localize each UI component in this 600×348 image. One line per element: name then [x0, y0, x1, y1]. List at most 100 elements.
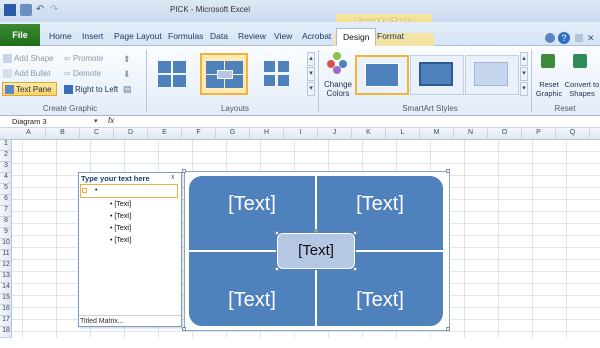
layout-thumb-titled-matrix[interactable]: [200, 53, 248, 95]
column-header[interactable]: N: [454, 129, 488, 140]
frame-resize-handle[interactable]: [446, 169, 450, 173]
frame-resize-handle[interactable]: [446, 327, 450, 331]
fx-icon[interactable]: fx: [108, 116, 114, 125]
row-header[interactable]: 6: [0, 195, 12, 206]
style-thumb-3[interactable]: [465, 55, 519, 95]
row-header[interactable]: 3: [0, 162, 12, 173]
style-thumb-1[interactable]: [355, 55, 409, 95]
tab-home[interactable]: Home: [49, 31, 72, 41]
style-thumb-2[interactable]: [410, 55, 464, 95]
move-up-icon[interactable]: ⬆: [123, 54, 131, 65]
column-header[interactable]: H: [250, 129, 284, 140]
undo-icon[interactable]: ↶: [36, 4, 48, 16]
layout-thumb-3[interactable]: [256, 53, 298, 95]
convert-to-shapes-icon[interactable]: [571, 52, 589, 72]
layouts-scroll-down[interactable]: ▾: [307, 67, 315, 81]
text-pane-item-3[interactable]: • [Text]: [110, 225, 131, 232]
row-header[interactable]: 9: [0, 228, 12, 239]
row-header[interactable]: 8: [0, 217, 12, 228]
tab-formulas[interactable]: Formulas: [168, 31, 203, 41]
column-header[interactable]: K: [352, 129, 386, 140]
frame-resize-handle[interactable]: [182, 327, 186, 331]
resize-handle[interactable]: [353, 231, 357, 235]
resize-handle[interactable]: [275, 267, 279, 271]
name-box-dropdown-icon[interactable]: ▾: [94, 117, 98, 125]
tab-data[interactable]: Data: [210, 31, 228, 41]
change-colors-button[interactable]: Change Colors: [322, 80, 354, 98]
close-window-icon[interactable]: ✕: [587, 33, 595, 44]
column-header[interactable]: A: [12, 129, 46, 140]
row-header[interactable]: 7: [0, 206, 12, 217]
promote-button[interactable]: ⇦ Promote: [64, 54, 103, 63]
styles-scroll-up[interactable]: ▴: [520, 52, 528, 66]
row-header[interactable]: 10: [0, 239, 12, 250]
column-header[interactable]: E: [148, 129, 182, 140]
minimize-ribbon-icon[interactable]: [545, 33, 555, 43]
help-icon[interactable]: ?: [558, 32, 570, 44]
styles-scroll-down[interactable]: ▾: [520, 67, 528, 81]
column-header[interactable]: M: [420, 129, 454, 140]
tab-format[interactable]: Format: [377, 31, 404, 41]
right-to-left-button[interactable]: Right to Left: [64, 85, 118, 95]
column-header[interactable]: L: [386, 129, 420, 140]
tab-view[interactable]: View: [274, 31, 292, 41]
layouts-more[interactable]: ▾: [307, 82, 315, 96]
row-header[interactable]: 18: [0, 327, 12, 338]
reset-graphic-button[interactable]: Reset Graphic: [534, 80, 564, 98]
row-header[interactable]: 4: [0, 173, 12, 184]
reset-graphic-icon[interactable]: [539, 52, 557, 72]
add-bullet-button[interactable]: Add Bullet: [3, 69, 50, 79]
layout-thumb-1[interactable]: [152, 53, 194, 95]
tab-acrobat[interactable]: Acrobat: [302, 31, 331, 41]
column-header[interactable]: I: [284, 129, 318, 140]
save-icon[interactable]: [20, 4, 32, 16]
text-pane-close-button[interactable]: x: [171, 174, 175, 181]
column-header[interactable]: B: [46, 129, 80, 140]
styles-more[interactable]: ▾: [520, 82, 528, 96]
convert-to-shapes-button[interactable]: Convert to Shapes: [564, 80, 600, 98]
row-header[interactable]: 13: [0, 272, 12, 283]
column-header[interactable]: P: [522, 129, 556, 140]
row-header[interactable]: 5: [0, 184, 12, 195]
column-header[interactable]: G: [216, 129, 250, 140]
demote-button[interactable]: ⇨ Demote: [64, 69, 101, 78]
column-header[interactable]: J: [318, 129, 352, 140]
tab-review[interactable]: Review: [238, 31, 266, 41]
matrix-center-title[interactable]: [Text]: [277, 233, 355, 269]
tab-page-layout[interactable]: Page Layout: [114, 31, 162, 41]
column-header[interactable]: F: [182, 129, 216, 140]
column-header[interactable]: C: [80, 129, 114, 140]
change-colors-icon[interactable]: [327, 52, 349, 74]
row-header[interactable]: 1: [0, 140, 12, 151]
text-pane-item-2[interactable]: • [Text]: [110, 213, 131, 220]
restore-window-icon[interactable]: [575, 34, 583, 42]
resize-handle[interactable]: [353, 267, 357, 271]
frame-resize-handle[interactable]: [182, 169, 186, 173]
tab-design[interactable]: Design: [336, 28, 377, 48]
tab-insert[interactable]: Insert: [82, 31, 103, 41]
tab-file[interactable]: File: [0, 24, 40, 46]
text-pane-item-1[interactable]: • [Text]: [110, 201, 131, 208]
column-header[interactable]: Q: [556, 129, 590, 140]
layouts-scroll-up[interactable]: ▴: [307, 52, 315, 66]
layout-icon[interactable]: ▤: [123, 84, 132, 95]
text-pane-footer[interactable]: Titled Matrix...: [80, 318, 124, 325]
redo-icon[interactable]: ↷: [50, 4, 62, 16]
column-header[interactable]: O: [488, 129, 522, 140]
rotate-handle-icon[interactable]: [314, 229, 318, 233]
move-down-icon[interactable]: ⬇: [123, 69, 131, 80]
row-header[interactable]: 12: [0, 261, 12, 272]
row-header[interactable]: 16: [0, 305, 12, 316]
name-box[interactable]: Diagram 3: [12, 117, 92, 127]
text-pane-item-4[interactable]: • [Text]: [110, 237, 131, 244]
row-header[interactable]: 11: [0, 250, 12, 261]
add-shape-button[interactable]: Add Shape: [3, 54, 54, 64]
row-header[interactable]: 15: [0, 294, 12, 305]
text-pane-button[interactable]: Text Pane: [2, 82, 57, 96]
resize-handle[interactable]: [275, 231, 279, 235]
text-pane-active-entry[interactable]: •: [80, 184, 178, 198]
row-header[interactable]: 17: [0, 316, 12, 327]
row-header[interactable]: 14: [0, 283, 12, 294]
column-header[interactable]: D: [114, 129, 148, 140]
row-header[interactable]: 2: [0, 151, 12, 162]
